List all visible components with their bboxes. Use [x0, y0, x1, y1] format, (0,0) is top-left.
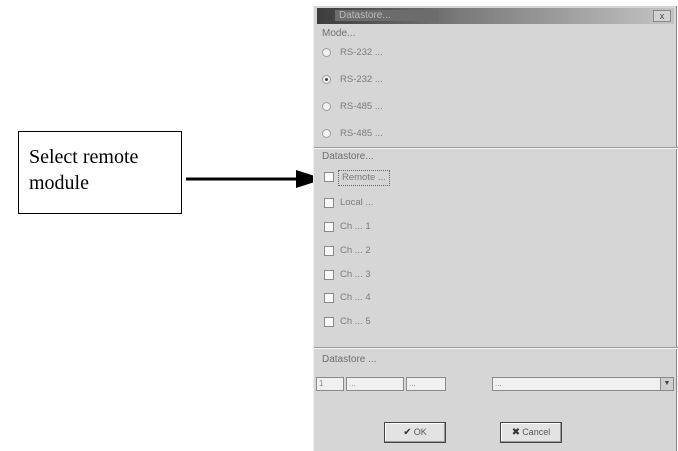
checkbox[interactable] — [324, 198, 334, 208]
checkbox-option-2[interactable]: Local ... — [322, 196, 662, 210]
cancel-button[interactable]: ✖ Cancel — [500, 422, 562, 443]
check-icon: ✔ — [403, 427, 412, 438]
checkbox[interactable] — [324, 270, 334, 280]
callout-line-2: module — [29, 172, 89, 194]
radio-label: RS-485 ... — [340, 101, 383, 112]
radio-label: RS-232 ... — [340, 74, 383, 85]
radio-button[interactable] — [322, 102, 331, 111]
checkbox-option-6[interactable]: Ch ... 4 — [322, 291, 662, 305]
checkbox-remote-module[interactable]: Remote ... — [322, 170, 662, 186]
section-label-mode: Mode... — [322, 28, 356, 39]
radio-option-2[interactable]: RS-232 ... — [322, 73, 662, 87]
field-3[interactable]: ... — [406, 377, 446, 391]
x-icon: ✖ — [511, 427, 521, 438]
dropdown-field[interactable]: ... ▼ — [492, 377, 674, 391]
checkbox[interactable] — [324, 293, 334, 303]
radio-label: RS-485 ... — [340, 128, 383, 139]
checkbox-label: Ch ... 5 — [340, 316, 371, 327]
settings-field-row: 1 ... ... ... ▼ — [316, 377, 674, 391]
dropdown-value: ... — [495, 379, 502, 388]
radio-option-1[interactable]: RS-232 ... — [322, 46, 662, 60]
radio-label: RS-232 ... — [340, 47, 383, 58]
dialog-window: Datastore... x Mode... RS-232 ... RS-232… — [313, 6, 678, 451]
checkbox-label: Remote ... — [338, 170, 390, 186]
checkbox-label: Ch ... 2 — [340, 245, 371, 256]
close-button[interactable]: x — [653, 10, 671, 22]
section-label-page: Datastore ... — [322, 354, 377, 365]
checkbox-label: Ch ... 1 — [340, 221, 371, 232]
field-1[interactable]: 1 — [316, 377, 344, 391]
checkbox-option-5[interactable]: Ch ... 3 — [322, 268, 662, 282]
radio-button-selected[interactable] — [322, 75, 331, 84]
radio-button[interactable] — [322, 129, 331, 138]
callout-box: Select remote module — [18, 131, 182, 214]
radio-option-3[interactable]: RS-485 ... — [322, 100, 662, 114]
chevron-down-icon[interactable]: ▼ — [660, 378, 673, 390]
field-2[interactable]: ... — [346, 377, 404, 391]
callout-arrow — [186, 170, 324, 188]
radio-button[interactable] — [322, 48, 331, 57]
checkbox[interactable] — [324, 172, 334, 182]
checkbox-label: Ch ... 4 — [340, 292, 371, 303]
cancel-label: Cancel — [522, 427, 551, 437]
checkbox[interactable] — [324, 317, 334, 327]
section-label-datastore: Datastore... — [322, 151, 374, 162]
checkbox-label: Ch ... 3 — [340, 269, 371, 280]
divider — [314, 147, 678, 149]
checkbox-option-4[interactable]: Ch ... 2 — [322, 244, 662, 258]
checkbox-label: Local ... — [340, 197, 374, 208]
title-bar[interactable]: Datastore... x — [317, 8, 674, 24]
checkbox[interactable] — [324, 222, 334, 232]
checkbox-option-3[interactable]: Ch ... 1 — [322, 220, 662, 234]
ok-label: OK — [413, 427, 427, 437]
dialog-title: Datastore... — [335, 10, 439, 21]
ok-button[interactable]: ✔ OK — [384, 422, 446, 443]
divider — [314, 347, 678, 349]
checkbox[interactable] — [324, 246, 334, 256]
checkbox-option-7[interactable]: Ch ... 5 — [322, 315, 662, 329]
radio-option-4[interactable]: RS-485 ... — [322, 127, 662, 141]
callout-line-1: Select remote — [29, 146, 139, 168]
